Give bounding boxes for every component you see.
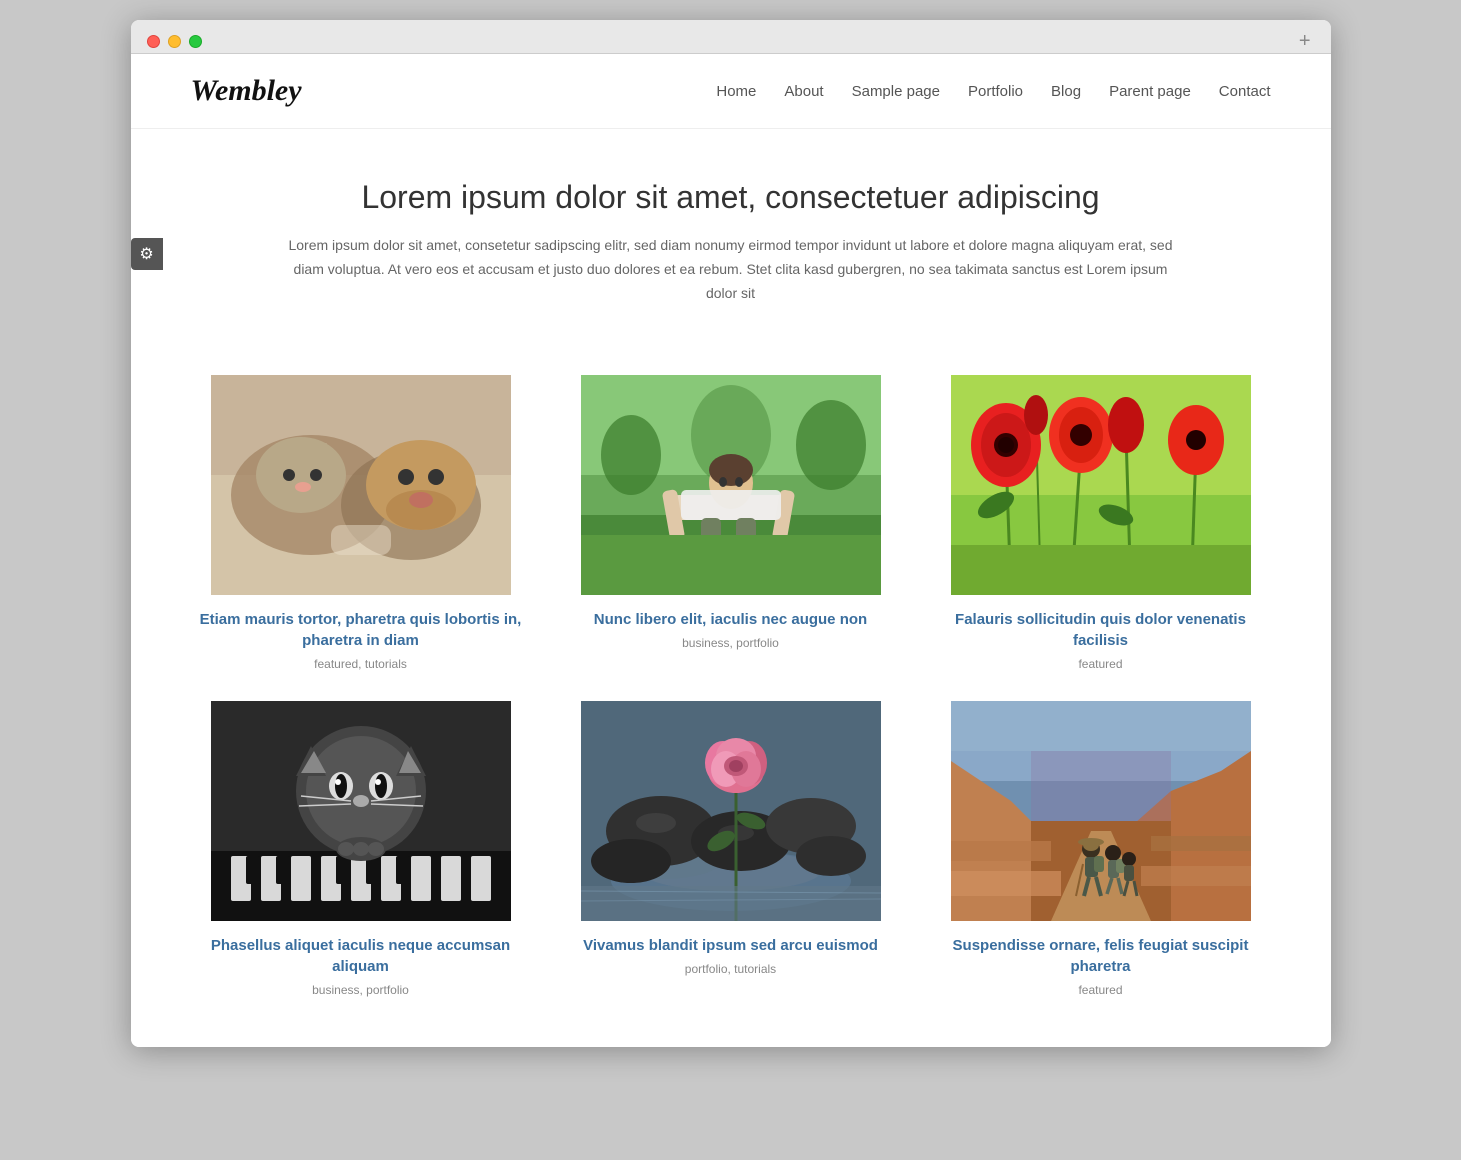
nav-home[interactable]: Home — [716, 83, 756, 100]
page-content: ⚙ Wembley Home About Sample page Portfol… — [131, 54, 1331, 1047]
nav-portfolio[interactable]: Portfolio — [968, 83, 1023, 100]
post-image-2[interactable] — [561, 375, 901, 595]
post-card-3: Falauris sollicitudin quis dolor venenat… — [931, 375, 1271, 671]
post-tags-2: business, portfolio — [561, 636, 901, 650]
post-card-4: Phasellus aliquet iaculis neque accumsan… — [191, 701, 531, 997]
post-title-6[interactable]: Suspendisse ornare, felis feugiat suscip… — [931, 935, 1271, 977]
nav-about[interactable]: About — [784, 83, 823, 100]
post-card-1: Etiam mauris tortor, pharetra quis lobor… — [191, 375, 531, 671]
nav-contact[interactable]: Contact — [1219, 83, 1271, 100]
browser-window: + ⚙ Wembley Home About Sample page Portf… — [131, 20, 1331, 1047]
post-tags-4: business, portfolio — [191, 983, 531, 997]
gear-icon: ⚙ — [139, 244, 153, 264]
post-image-1[interactable] — [191, 375, 531, 595]
post-tags-3: featured — [931, 657, 1271, 671]
site-header: Wembley Home About Sample page Portfolio… — [131, 54, 1331, 129]
post-title-5[interactable]: Vivamus blandit ipsum sed arcu euismod — [561, 935, 901, 956]
nav-parent-page[interactable]: Parent page — [1109, 83, 1191, 100]
nav-sample-page[interactable]: Sample page — [852, 83, 940, 100]
site-nav: Home About Sample page Portfolio Blog Pa… — [716, 83, 1270, 100]
post-tags-5: portfolio, tutorials — [561, 962, 901, 976]
nav-blog[interactable]: Blog — [1051, 83, 1081, 100]
post-title-3[interactable]: Falauris sollicitudin quis dolor venenat… — [931, 609, 1271, 651]
post-title-1[interactable]: Etiam mauris tortor, pharetra quis lobor… — [191, 609, 531, 651]
dot-red[interactable] — [147, 35, 160, 48]
post-image-3[interactable] — [931, 375, 1271, 595]
posts-grid: Etiam mauris tortor, pharetra quis lobor… — [131, 345, 1331, 1047]
post-title-2[interactable]: Nunc libero elit, iaculis nec augue non — [561, 609, 901, 630]
hero-title: Lorem ipsum dolor sit amet, consectetuer… — [281, 179, 1181, 216]
browser-chrome: + — [131, 20, 1331, 54]
post-title-4[interactable]: Phasellus aliquet iaculis neque accumsan… — [191, 935, 531, 977]
post-card-2: Nunc libero elit, iaculis nec augue non … — [561, 375, 901, 671]
hero-text: Lorem ipsum dolor sit amet, consetetur s… — [281, 234, 1181, 305]
gear-sidebar-button[interactable]: ⚙ — [131, 238, 163, 270]
hero-section: Lorem ipsum dolor sit amet, consectetuer… — [131, 129, 1331, 345]
post-image-5[interactable] — [561, 701, 901, 921]
post-card-6: Suspendisse ornare, felis feugiat suscip… — [931, 701, 1271, 997]
site-logo[interactable]: Wembley — [191, 74, 302, 108]
new-tab-button[interactable]: + — [1299, 30, 1311, 53]
dot-yellow[interactable] — [168, 35, 181, 48]
post-tags-6: featured — [931, 983, 1271, 997]
post-tags-1: featured, tutorials — [191, 657, 531, 671]
post-image-4[interactable] — [191, 701, 531, 921]
post-card-5: Vivamus blandit ipsum sed arcu euismod p… — [561, 701, 901, 997]
post-image-6[interactable] — [931, 701, 1271, 921]
dot-green[interactable] — [189, 35, 202, 48]
